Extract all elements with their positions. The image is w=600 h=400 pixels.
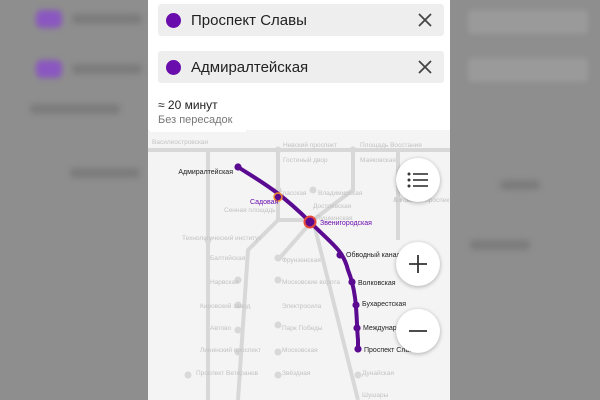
metro-route-panel: Проспект Славы Адмиралтейская ≈ 20 минут… [148,0,450,400]
station-label: Шушары [362,392,389,399]
background-bar [72,14,142,24]
from-station-field[interactable]: Проспект Славы [158,4,444,36]
line-color-dot [166,59,181,75]
close-icon [418,13,432,27]
clear-to-button[interactable] [410,52,440,82]
route-station-label: Звенигородская [320,220,372,227]
list-icon [407,172,428,188]
station-label: Звёздная [282,370,311,377]
station-label: Маяковская [360,157,396,164]
station-label: Автово [210,325,232,332]
station-label: Гостиный двор [283,156,328,164]
station-label: Владимирская [318,190,363,197]
route-station-dot[interactable] [352,301,360,309]
station-label: Парк Победы [282,324,323,332]
route-time: ≈ 20 минут [158,98,218,112]
route-station-dot[interactable] [353,324,361,332]
background-dot [36,10,62,28]
station-label: Балтийская [210,254,246,262]
transfer-station-dot[interactable] [303,215,317,229]
route-station-dot[interactable] [354,345,362,353]
station-label: Кировский завод [200,302,251,310]
route-station-dot[interactable] [336,251,344,259]
station-label: Сенная площадь [224,207,276,214]
station-label: Фрунзенская [282,257,321,264]
clear-from-button[interactable] [410,5,440,35]
zoom-out-button[interactable] [396,309,440,353]
route-station-label: Садовая [250,199,279,206]
line-color-dot [166,12,181,28]
to-station-text: Адмиралтейская [191,58,309,76]
station-label: Московские ворота [282,279,340,286]
station-label: Нарвская [210,279,239,286]
route-transfers: Без пересадок [158,114,233,126]
to-station-field[interactable]: Адмиралтейская [158,51,444,83]
close-icon [418,60,432,74]
station-label: Технологический институт [182,234,261,242]
zoom-in-button[interactable] [396,242,440,286]
background-bar [70,168,140,178]
station-label: Достоевская [313,203,352,210]
background-row [468,58,588,82]
layers-menu-button[interactable] [396,158,440,202]
station-label: Невский проспект [283,141,337,149]
station-label: Электросила [282,303,322,310]
background-bar [72,64,142,74]
minus-icon [409,330,427,332]
station-label: Ленинский проспект [200,346,261,354]
background-dot [36,60,62,78]
route-station-label: Бухарестская [362,301,406,308]
station-label: Московская [282,347,318,354]
route-station-label: Адмиралтейская [178,168,233,176]
station-label: Василеостровская [152,139,209,146]
route-station-dot[interactable] [234,163,242,171]
plus-icon [409,255,427,273]
route-summary: ≈ 20 минут Без пересадок [150,92,246,132]
route-station-dot[interactable] [348,278,356,286]
from-station-text: Проспект Славы [191,11,307,29]
background-bar [30,104,120,114]
route-station-label: Волковская [358,280,396,287]
route-station-label: Обводный канал [346,251,401,259]
station-label: Дунайская [362,369,394,377]
background-bar [470,240,530,250]
background-row [468,10,588,34]
station-label: Проспект Ветеранов [196,370,259,377]
background-bar [500,180,540,190]
station-label: Площадь Восстания [360,142,422,149]
